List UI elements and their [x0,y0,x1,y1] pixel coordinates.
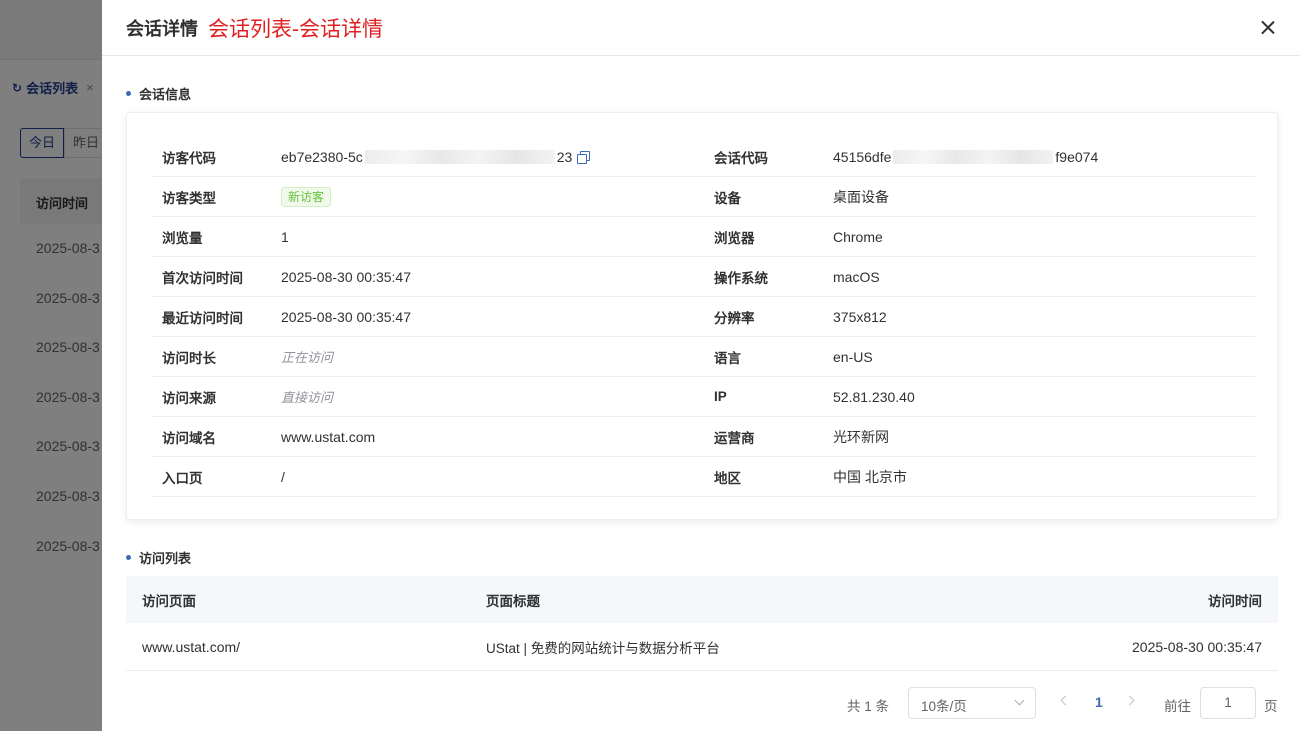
session-id-prefix: 45156dfe [833,148,892,165]
info-row: 访问域名 www.ustat.com 运营商 光环新网 [151,417,1255,457]
visitor-type-label: 访客类型 [162,190,216,206]
isp-value: 光环新网 [833,428,889,445]
entry-page-label: 入口页 [162,470,203,486]
visitor-id-suffix: 23 [556,148,573,165]
session-detail-drawer: 会话详情 会话列表-会话详情 会话信息 访客代码 eb7e2380-5c 23 … [102,0,1300,731]
region-value: 中国 北京市 [833,468,907,485]
next-page-icon[interactable] [1124,695,1135,706]
duration-value: 正在访问 [281,350,334,365]
session-id-suffix: f9e074 [1055,148,1099,165]
language-value: en-US [833,348,873,365]
language-label: 语言 [714,350,741,366]
domain-value: www.ustat.com [281,428,376,445]
copy-icon[interactable] [577,150,591,164]
first-visit-label: 首次访问时间 [162,270,243,286]
ip-label: IP [714,389,727,404]
page-size-select[interactable]: 10条/页 [908,687,1036,719]
first-visit-value: 2025-08-30 00:35:47 [281,268,411,285]
visitor-type-value: 新访客 [281,186,703,207]
info-row: 首次访问时间 2025-08-30 00:35:47 操作系统 macOS [151,257,1255,297]
visitor-id-label: 访客代码 [162,150,216,166]
os-value: macOS [833,268,880,285]
info-row: 访问时长 正在访问 语言 en-US [151,337,1255,377]
info-grid: 访客代码 eb7e2380-5c 23 会话代码 45156dfe f9e074… [151,137,1255,497]
table-row[interactable]: www.ustat.com/ UStat | 免费的网站统计与数据分析平台 20… [126,623,1278,671]
visitor-id-value: eb7e2380-5c 23 [281,149,703,165]
visit-table-header: 访问页面 页面标题 访问时间 [126,576,1278,623]
os-label: 操作系统 [714,270,768,286]
goto-label: 前往 [1164,699,1191,714]
info-row: 访客代码 eb7e2380-5c 23 会话代码 45156dfe f9e074 [151,137,1255,177]
drawer-title: 会话详情 [126,18,198,39]
cell-time: 2025-08-30 00:35:47 [1132,638,1262,655]
info-row: 最近访问时间 2025-08-30 00:35:47 分辨率 375x812 [151,297,1255,337]
info-row: 浏览量 1 浏览器 Chrome [151,217,1255,257]
session-id-value: 45156dfe f9e074 [833,149,1255,165]
new-visitor-tag: 新访客 [281,186,332,207]
pageviews-label: 浏览量 [162,230,203,246]
cell-title: UStat | 免费的网站统计与数据分析平台 [486,640,720,656]
info-row: 访问来源 直接访问 IP 52.81.230.40 [151,377,1255,417]
browser-value: Chrome [833,228,883,245]
resolution-label: 分辨率 [714,310,755,326]
visit-table: 访问页面 页面标题 访问时间 www.ustat.com/ UStat | 免费… [126,576,1278,671]
goto-page-input[interactable]: 1 [1200,687,1256,719]
prev-page-icon[interactable] [1060,695,1071,706]
browser-label: 浏览器 [714,230,755,246]
section-title-text: 会话信息 [139,87,192,102]
device-value: 桌面设备 [833,188,889,205]
pagination: 共 1 条 10条/页 1 前往 1 页 [102,687,1300,719]
domain-label: 访问域名 [162,430,216,446]
redacted-block [893,149,1054,164]
resolution-value: 375x812 [833,308,887,325]
source-value: 直接访问 [281,390,334,405]
ip-value: 52.81.230.40 [833,388,915,405]
bullet-icon [126,91,131,96]
page-suffix-label: 页 [1264,699,1278,714]
last-visit-value: 2025-08-30 00:35:47 [281,308,411,325]
visit-list-section-title: 访问列表 [126,548,191,567]
cell-page: www.ustat.com/ [142,638,241,655]
duration-label: 访问时长 [162,350,216,366]
info-row: 入口页 / 地区 中国 北京市 [151,457,1255,497]
column-header-page: 访问页面 [142,593,196,609]
isp-label: 运营商 [714,430,755,446]
session-info-section-title: 会话信息 [126,84,191,103]
region-label: 地区 [714,470,741,486]
last-visit-label: 最近访问时间 [162,310,243,326]
info-row: 访客类型 新访客 设备 桌面设备 [151,177,1255,217]
page-number-current[interactable]: 1 [1095,694,1103,710]
section-title-text: 访问列表 [139,551,192,566]
pagination-total: 共 1 条 [847,699,890,714]
drawer-subtitle: 会话列表-会话详情 [208,17,383,41]
visitor-id-prefix: eb7e2380-5c [281,148,363,165]
pageviews-value: 1 [281,228,289,245]
drawer-header: 会话详情 会话列表-会话详情 [102,0,1300,56]
redacted-block [364,149,555,164]
page-size-value: 10条/页 [921,699,967,714]
close-icon[interactable] [1256,16,1280,40]
bullet-icon [126,555,131,560]
entry-page-value: / [281,468,285,485]
session-id-label: 会话代码 [714,150,768,166]
column-header-title: 页面标题 [486,593,540,609]
session-info-card: 访客代码 eb7e2380-5c 23 会话代码 45156dfe f9e074… [126,112,1278,520]
column-header-time: 访问时间 [1208,593,1262,609]
chevron-down-icon [1014,695,1025,706]
source-label: 访问来源 [162,390,216,406]
device-label: 设备 [714,190,741,206]
